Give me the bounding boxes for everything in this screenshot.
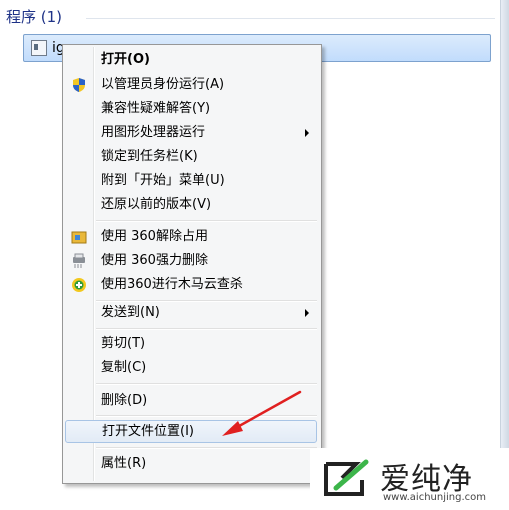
annotation-arrow (222, 390, 302, 436)
watermark-url: www.aichunjing.com (383, 492, 486, 503)
annotation-arrow-line (230, 390, 302, 432)
brand-logo-icon (324, 459, 369, 496)
annotation-arrow-head (222, 421, 243, 436)
watermark: 爱纯净 www.aichunjing.com (310, 448, 509, 510)
